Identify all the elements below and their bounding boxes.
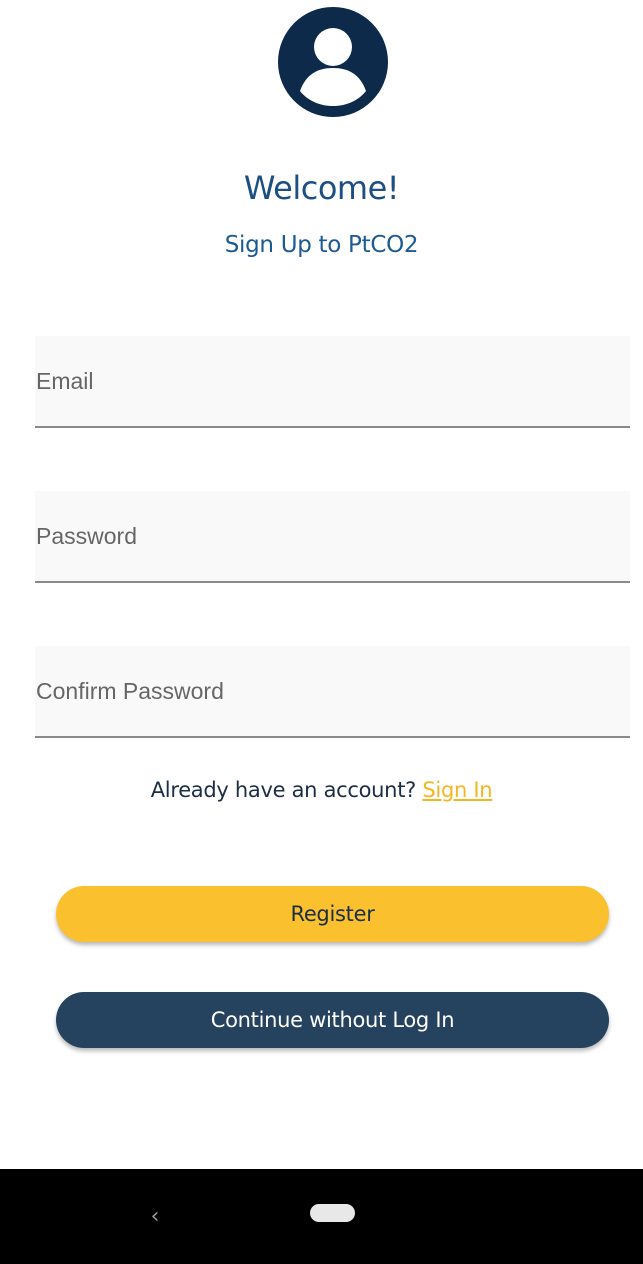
home-pill-icon[interactable] <box>310 1204 355 1222</box>
chevron-left-icon[interactable]: ‹ <box>140 1197 170 1237</box>
confirm-password-field[interactable] <box>35 646 630 736</box>
system-navigation-bar: ‹ <box>0 1169 643 1264</box>
signin-link[interactable]: Sign In <box>422 778 492 802</box>
email-field-container <box>35 336 630 428</box>
account-circle-icon <box>278 7 388 117</box>
welcome-title: Welcome! <box>243 169 400 207</box>
avatar <box>278 7 388 117</box>
confirm-password-field-container <box>35 646 630 738</box>
signin-prompt-text: Already have an account? <box>150 778 417 802</box>
continue-without-login-button[interactable]: Continue without Log In <box>56 992 609 1048</box>
password-field-container <box>35 491 630 583</box>
register-button[interactable]: Register <box>56 886 609 942</box>
password-field[interactable] <box>35 491 630 581</box>
email-field[interactable] <box>35 336 630 426</box>
signup-subtitle: Sign Up to PtCO2 <box>224 232 419 258</box>
signin-prompt-row: Already have an account? Sign In <box>0 772 643 808</box>
